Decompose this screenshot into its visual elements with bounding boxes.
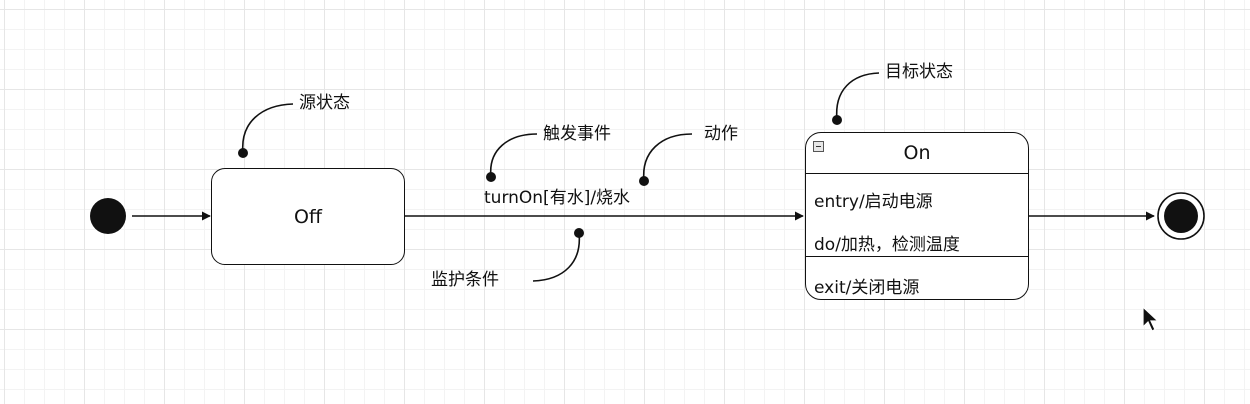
guard-condition-callout-line [532, 232, 581, 282]
activity-separator [806, 256, 1028, 257]
transition-label: turnOn[有水]/烧水 [484, 188, 631, 208]
state-on-name: On [903, 142, 931, 164]
trigger-event-callout-line [489, 133, 538, 178]
target-state-callout-line [835, 72, 880, 121]
state-off-name: Off [293, 205, 323, 228]
final-state-inner-dot [1164, 199, 1198, 233]
source-state-callout-line [242, 103, 294, 154]
action-annotation: 动作 [704, 124, 738, 144]
state-on-header: On [806, 133, 1028, 174]
exit-activity: exit/关闭电源 [814, 278, 920, 298]
do-activity: do/加热，检测温度 [814, 235, 960, 255]
mouse-cursor-icon [1142, 306, 1160, 332]
state-off[interactable]: Off [211, 168, 405, 265]
entry-activity: entry/启动电源 [814, 192, 933, 212]
initial-state-node [90, 198, 126, 234]
state-on[interactable]: On entry/启动电源 do/加热，检测温度 exit/关闭电源 [805, 132, 1029, 300]
guard-condition-annotation: 监护条件 [431, 270, 499, 290]
target-state-annotation: 目标状态 [885, 62, 953, 82]
trigger-event-annotation: 触发事件 [543, 124, 611, 144]
collapse-icon[interactable] [813, 141, 824, 152]
action-callout-line [642, 133, 693, 182]
source-state-annotation: 源状态 [299, 93, 350, 113]
state-machine-diagram: Off On entry/启动电源 do/加热，检测温度 exit/关闭电源 t… [0, 0, 1250, 404]
